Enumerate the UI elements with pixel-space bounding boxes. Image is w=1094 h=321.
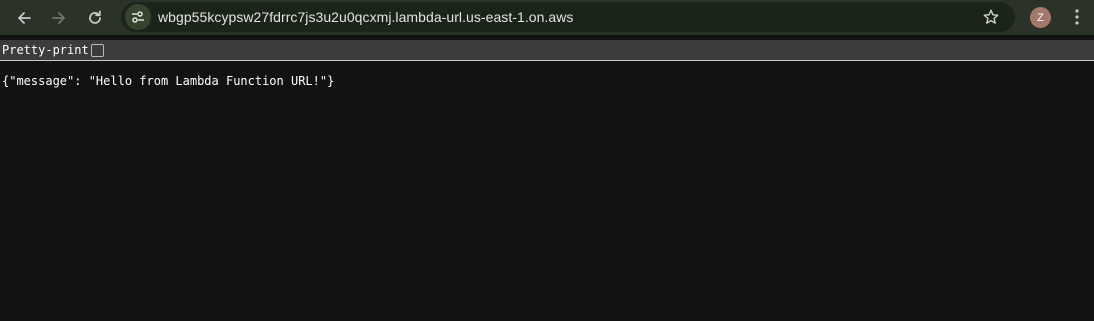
profile-avatar[interactable]: Z xyxy=(1030,7,1051,28)
reload-button[interactable] xyxy=(81,4,108,31)
pretty-print-bar: Pretty-print xyxy=(0,40,1094,61)
browser-menu-button[interactable] xyxy=(1066,6,1088,28)
bookmark-button[interactable] xyxy=(979,5,1003,29)
address-bar[interactable]: wbgp55kcypsw27fdrrc7js3u2u0qcxmj.lambda-… xyxy=(121,2,1015,32)
tune-icon xyxy=(132,11,144,23)
arrow-left-icon xyxy=(17,11,31,24)
back-button[interactable] xyxy=(10,4,37,31)
url-text[interactable]: wbgp55kcypsw27fdrrc7js3u2u0qcxmj.lambda-… xyxy=(158,9,573,25)
pretty-print-checkbox[interactable] xyxy=(91,44,104,57)
arrow-right-icon xyxy=(51,11,65,24)
json-response-text: {"message": "Hello from Lambda Function … xyxy=(2,74,335,88)
reload-icon xyxy=(88,10,101,24)
browser-toolbar: wbgp55kcypsw27fdrrc7js3u2u0qcxmj.lambda-… xyxy=(0,0,1094,35)
kebab-menu-icon xyxy=(1075,9,1079,25)
star-icon xyxy=(983,9,999,24)
pretty-print-label[interactable]: Pretty-print xyxy=(2,43,89,57)
site-info-button[interactable] xyxy=(125,4,151,30)
forward-button[interactable] xyxy=(45,4,72,31)
